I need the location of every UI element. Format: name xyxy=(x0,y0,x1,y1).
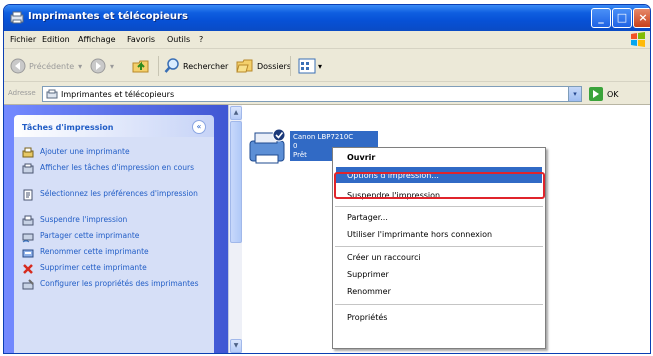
properties-icon xyxy=(22,279,34,290)
forward-dropdown-icon[interactable]: ▾ xyxy=(110,62,114,71)
address-label: Adresse xyxy=(8,89,36,97)
explorer-window: Imprimantes et télécopieurs _ □ × Fichie… xyxy=(3,4,651,354)
window-title: Imprimantes et télécopieurs xyxy=(28,11,188,22)
menu-fichier[interactable]: Fichier xyxy=(10,35,36,44)
task-label: Afficher les tâches d'impression en cour… xyxy=(40,163,194,172)
windows-logo-icon xyxy=(631,32,645,47)
printer-icon[interactable] xyxy=(246,127,290,167)
scroll-thumb[interactable] xyxy=(230,121,242,243)
task-panel-title: Tâches d'impression xyxy=(22,123,114,132)
collapse-chevron-icon[interactable]: « xyxy=(192,120,206,134)
task-delete[interactable]: Supprimer cette imprimante xyxy=(22,263,200,275)
preferences-icon xyxy=(23,189,33,201)
printer-status: Prêt xyxy=(293,151,307,159)
up-folder-button[interactable] xyxy=(132,58,150,74)
printer-name-suffix: 0 xyxy=(293,142,298,150)
task-panel-header[interactable]: Tâches d'impression « xyxy=(14,115,214,139)
address-value: Imprimantes et télécopieurs xyxy=(61,90,175,99)
menu-separator xyxy=(335,304,543,305)
views-button[interactable]: ▾ xyxy=(298,58,322,74)
go-arrow-icon xyxy=(589,87,603,101)
search-button[interactable]: Rechercher xyxy=(164,58,228,74)
task-rename[interactable]: Renommer cette imprimante xyxy=(22,247,200,259)
search-label: Rechercher xyxy=(183,61,229,71)
address-dropdown-icon[interactable]: ▾ xyxy=(568,86,582,102)
printers-folder-icon xyxy=(46,89,58,99)
menu-delete[interactable]: Supprimer xyxy=(347,270,389,279)
callout-highlight xyxy=(334,172,545,199)
content-area: Tâches d'impression « Ajouter une imprim… xyxy=(4,105,650,353)
share-printer-icon xyxy=(22,233,34,243)
menu-outils[interactable]: Outils xyxy=(167,35,190,44)
menu-properties[interactable]: Propriétés xyxy=(347,313,387,322)
folders-label: Dossiers xyxy=(257,61,291,71)
address-input[interactable]: Imprimantes et télécopieurs ▾ xyxy=(42,86,582,102)
task-label: Ajouter une imprimante xyxy=(40,147,130,156)
search-icon xyxy=(164,58,179,73)
views-icon xyxy=(298,58,316,74)
menu-share[interactable]: Partager... xyxy=(347,213,388,222)
scroll-up-icon[interactable]: ▲ xyxy=(230,106,242,120)
pause-printer-icon xyxy=(22,215,34,226)
task-label: Configurer les propriétés des imprimante… xyxy=(40,279,199,288)
menu-rename[interactable]: Renommer xyxy=(347,287,391,296)
task-configure[interactable]: Configurer les propriétés des imprimante… xyxy=(22,279,200,291)
up-folder-icon xyxy=(132,60,149,73)
go-button[interactable]: OK xyxy=(589,87,619,101)
toolbar-separator xyxy=(158,56,159,76)
task-panel: Ajouter une imprimante Afficher les tâch… xyxy=(14,137,214,353)
task-pane-scrollbar[interactable]: ▲ ▼ xyxy=(228,105,242,353)
menu-favoris[interactable]: Favoris xyxy=(127,35,155,44)
task-label: Supprimer cette imprimante xyxy=(40,263,147,272)
task-pause[interactable]: Suspendre l'impression xyxy=(22,215,200,227)
forward-arrow-icon xyxy=(90,58,106,74)
menu-use-offline[interactable]: Utiliser l'imprimante hors connexion xyxy=(347,230,492,239)
task-add-printer[interactable]: Ajouter une imprimante xyxy=(22,147,200,159)
minimize-button[interactable]: _ xyxy=(591,8,611,28)
toolbar-separator xyxy=(290,56,291,76)
folders-icon xyxy=(236,59,253,73)
menu-separator xyxy=(335,206,543,207)
menu-separator xyxy=(335,246,543,247)
close-button[interactable]: × xyxy=(633,8,650,28)
add-printer-icon xyxy=(22,147,34,158)
menu-affichage[interactable]: Affichage xyxy=(78,35,116,44)
print-queue-icon xyxy=(22,163,34,174)
toolbar: Précédente ▾ ▾ Rechercher Dossiers ▾ xyxy=(4,50,650,82)
printer-name: Canon LBP7210C xyxy=(293,133,354,141)
task-share[interactable]: Partager cette imprimante xyxy=(22,231,200,243)
address-bar: Adresse Imprimantes et télécopieurs ▾ OK xyxy=(4,83,650,105)
back-label: Précédente xyxy=(29,61,75,71)
menu-help[interactable]: ? xyxy=(199,35,203,44)
scroll-down-icon[interactable]: ▼ xyxy=(230,339,242,353)
back-dropdown-icon[interactable]: ▾ xyxy=(78,62,82,71)
task-label: Sélectionnez les préférences d'impressio… xyxy=(40,189,198,198)
task-label: Renommer cette imprimante xyxy=(40,247,149,256)
go-label: OK xyxy=(607,89,619,99)
back-button[interactable]: Précédente ▾ xyxy=(10,58,82,74)
task-view-jobs[interactable]: Afficher les tâches d'impression en cour… xyxy=(22,163,200,175)
title-bar[interactable]: Imprimantes et télécopieurs _ □ × xyxy=(4,5,650,31)
task-preferences[interactable]: Sélectionnez les préférences d'impressio… xyxy=(22,189,200,201)
forward-button[interactable]: ▾ xyxy=(90,58,114,74)
menu-open[interactable]: Ouvrir xyxy=(347,153,375,162)
maximize-button[interactable]: □ xyxy=(612,8,632,28)
task-label: Partager cette imprimante xyxy=(40,231,140,240)
menu-bar: Fichier Edition Affichage Favoris Outils… xyxy=(4,31,650,49)
back-arrow-icon xyxy=(10,58,26,74)
printers-folder-icon xyxy=(10,11,24,24)
rename-printer-icon xyxy=(22,249,34,258)
menu-edition[interactable]: Edition xyxy=(42,35,70,44)
folders-button[interactable]: Dossiers xyxy=(236,58,291,74)
task-label: Suspendre l'impression xyxy=(40,215,128,224)
task-pane: Tâches d'impression « Ajouter une imprim… xyxy=(4,105,228,353)
menu-create-shortcut[interactable]: Créer un raccourci xyxy=(347,253,421,262)
delete-icon xyxy=(23,264,33,274)
views-dropdown-icon[interactable]: ▾ xyxy=(318,62,322,71)
